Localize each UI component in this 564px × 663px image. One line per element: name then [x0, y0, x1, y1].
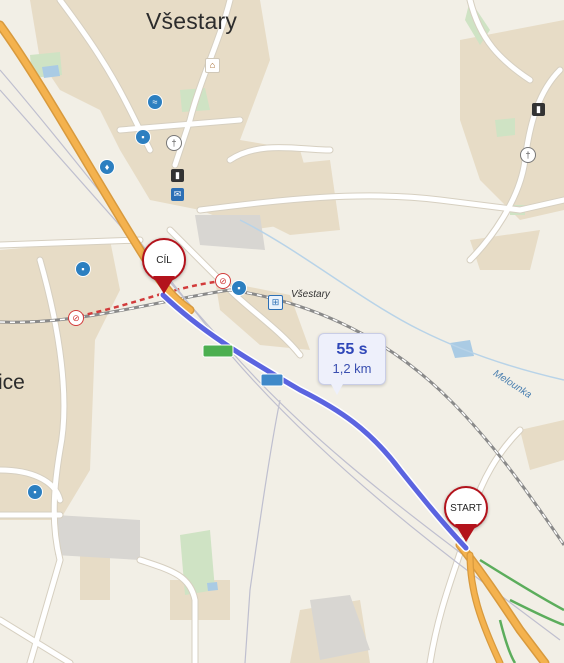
route-duration: 55 s	[336, 341, 368, 358]
no-crossing-icon[interactable]: ⊘	[68, 310, 84, 326]
swimming-icon[interactable]: ≈	[147, 94, 163, 110]
no-crossing-icon[interactable]: ⊘	[215, 273, 231, 289]
partial-town-label: ice	[0, 371, 25, 394]
map-view[interactable]: Všestary ice Všestary Melounka ⌂ ≈ ▪ ♦ †…	[0, 0, 564, 663]
town-label: Všestary	[146, 8, 238, 34]
destination-marker[interactable]: CÍL	[142, 238, 186, 294]
start-marker[interactable]: START	[444, 486, 488, 542]
destination-marker-tip	[153, 276, 175, 294]
route-summary-callout[interactable]: 55 s 1,2 km	[318, 333, 386, 395]
bus-stop-icon[interactable]: ▪	[27, 484, 43, 500]
church-icon[interactable]: †	[520, 147, 536, 163]
start-marker-tip	[455, 524, 477, 542]
bus-stop-icon[interactable]: ▪	[75, 261, 91, 277]
railway-station-icon[interactable]: ⊞	[268, 295, 283, 310]
station-label: Všestary	[291, 289, 330, 300]
castle-icon[interactable]: ▮	[532, 103, 545, 116]
castle-icon[interactable]: ▮	[171, 169, 184, 182]
map-base-layer	[0, 0, 564, 663]
bus-stop-icon[interactable]: ▪	[135, 129, 151, 145]
home-icon[interactable]: ⌂	[205, 58, 220, 73]
bus-stop-icon[interactable]: ▪	[231, 280, 247, 296]
church-icon[interactable]: †	[166, 135, 182, 151]
fountain-icon[interactable]: ♦	[99, 159, 115, 175]
route-line	[160, 292, 469, 551]
post-office-icon[interactable]: ✉	[171, 188, 184, 201]
route-distance: 1,2 km	[332, 361, 372, 376]
